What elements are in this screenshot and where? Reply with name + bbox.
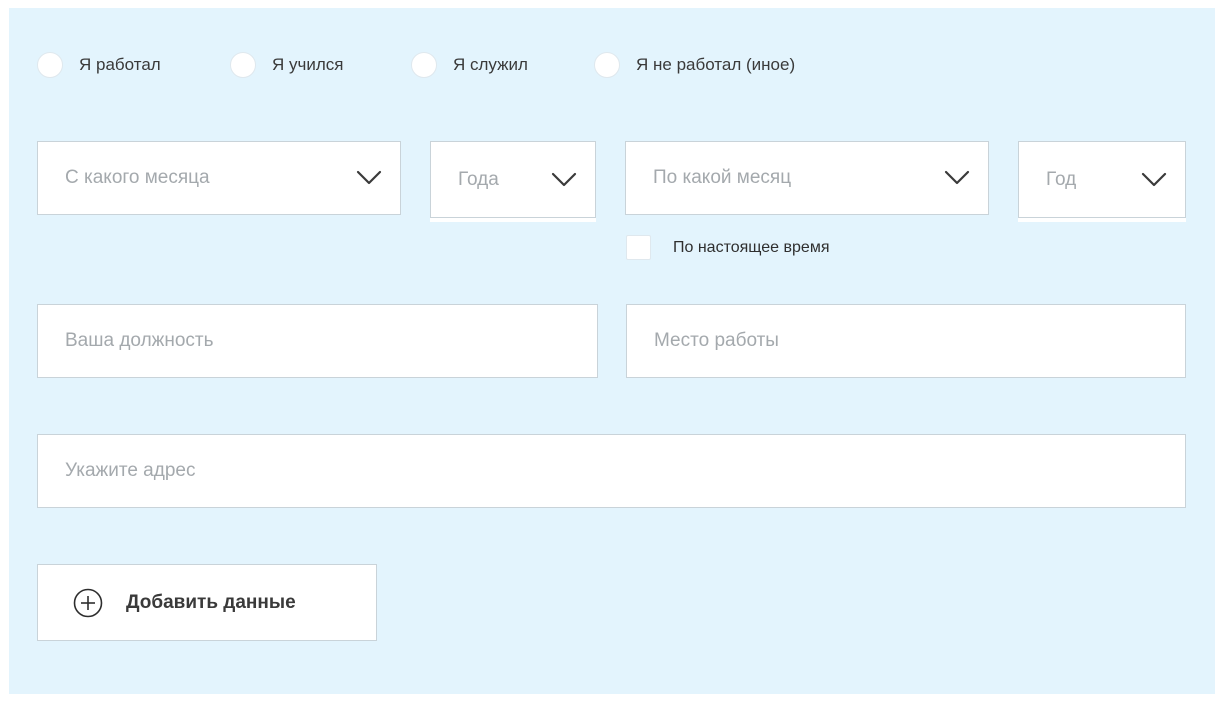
present-checkbox[interactable]: По настоящее время bbox=[626, 235, 829, 260]
from-year-placeholder: Года bbox=[458, 168, 499, 190]
radio-circle[interactable] bbox=[37, 52, 63, 78]
position-input[interactable]: Ваша должность bbox=[37, 304, 598, 378]
to-year-select[interactable]: Год bbox=[1018, 141, 1186, 218]
radio-circle[interactable] bbox=[594, 52, 620, 78]
radio-studied[interactable]: Я учился bbox=[230, 52, 343, 78]
address-input[interactable]: Укажите адрес bbox=[37, 434, 1186, 508]
to-month-placeholder: По какой месяц bbox=[653, 167, 792, 188]
radio-served[interactable]: Я служил bbox=[411, 52, 528, 78]
from-year-select[interactable]: Года bbox=[430, 141, 596, 218]
position-placeholder: Ваша должность bbox=[65, 330, 214, 351]
radio-label: Я работал bbox=[79, 55, 161, 74]
from-year-underline bbox=[430, 218, 596, 222]
add-data-label: Добавить данные bbox=[126, 591, 296, 613]
radio-circle[interactable] bbox=[411, 52, 437, 78]
plus-circle-icon bbox=[73, 588, 103, 617]
radio-label: Я учился bbox=[272, 55, 344, 74]
from-month-select[interactable]: С какого месяца bbox=[37, 141, 401, 215]
radio-label: Я не работал (иное) bbox=[636, 55, 796, 74]
radio-worked[interactable]: Я работал bbox=[37, 52, 161, 78]
radio-label: Я служил bbox=[453, 55, 528, 74]
chevron-down-icon bbox=[356, 170, 382, 185]
present-label: По настоящее время bbox=[673, 238, 830, 256]
to-year-placeholder: Год bbox=[1046, 168, 1077, 190]
to-month-select[interactable]: По какой месяц bbox=[625, 141, 989, 215]
workplace-input[interactable]: Место работы bbox=[626, 304, 1186, 378]
chevron-down-icon bbox=[1141, 172, 1167, 186]
to-year-underline bbox=[1018, 218, 1186, 222]
workplace-placeholder: Место работы bbox=[654, 330, 779, 351]
chevron-down-icon bbox=[551, 172, 577, 186]
radio-circle[interactable] bbox=[230, 52, 256, 78]
checkbox-box[interactable] bbox=[626, 235, 651, 260]
add-data-button[interactable]: Добавить данные bbox=[37, 564, 377, 641]
radio-not-worked[interactable]: Я не работал (иное) bbox=[594, 52, 795, 78]
from-month-placeholder: С какого месяца bbox=[65, 167, 210, 188]
chevron-down-icon bbox=[944, 170, 970, 185]
address-placeholder: Укажите адрес bbox=[65, 460, 196, 481]
